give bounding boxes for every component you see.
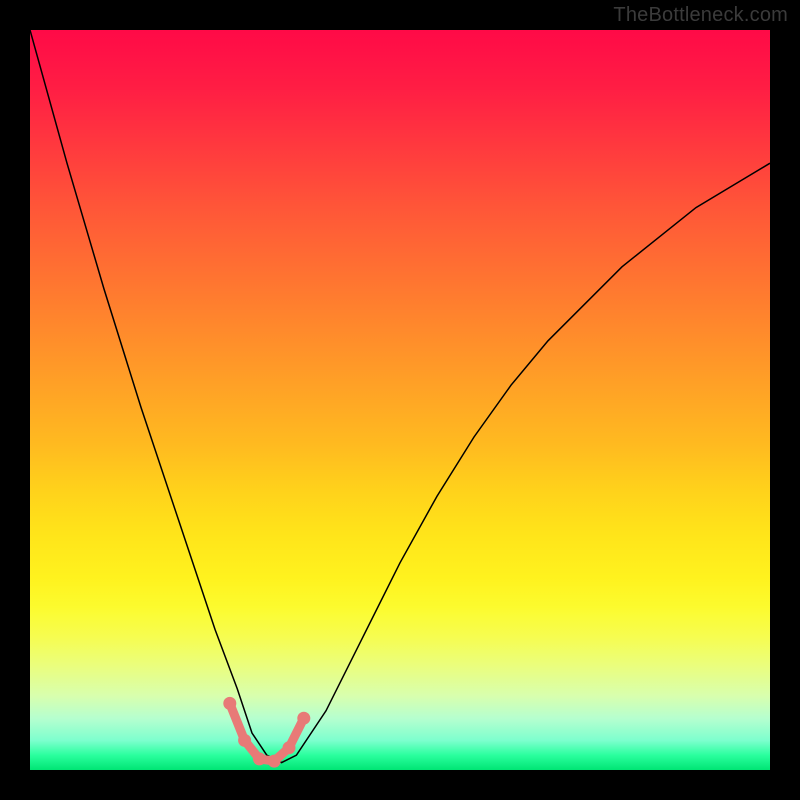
chart-svg <box>30 30 770 770</box>
highlight-marker <box>268 755 281 768</box>
bottleneck-curve <box>30 30 770 763</box>
highlight-marker <box>297 712 310 725</box>
highlight-marker <box>223 697 236 710</box>
watermark-text: TheBottleneck.com <box>613 4 788 27</box>
chart-frame: TheBottleneck.com <box>0 0 800 800</box>
highlight-marker <box>253 752 266 765</box>
highlight-marker <box>238 734 251 747</box>
plot-area <box>30 30 770 770</box>
highlight-marker <box>283 741 296 754</box>
